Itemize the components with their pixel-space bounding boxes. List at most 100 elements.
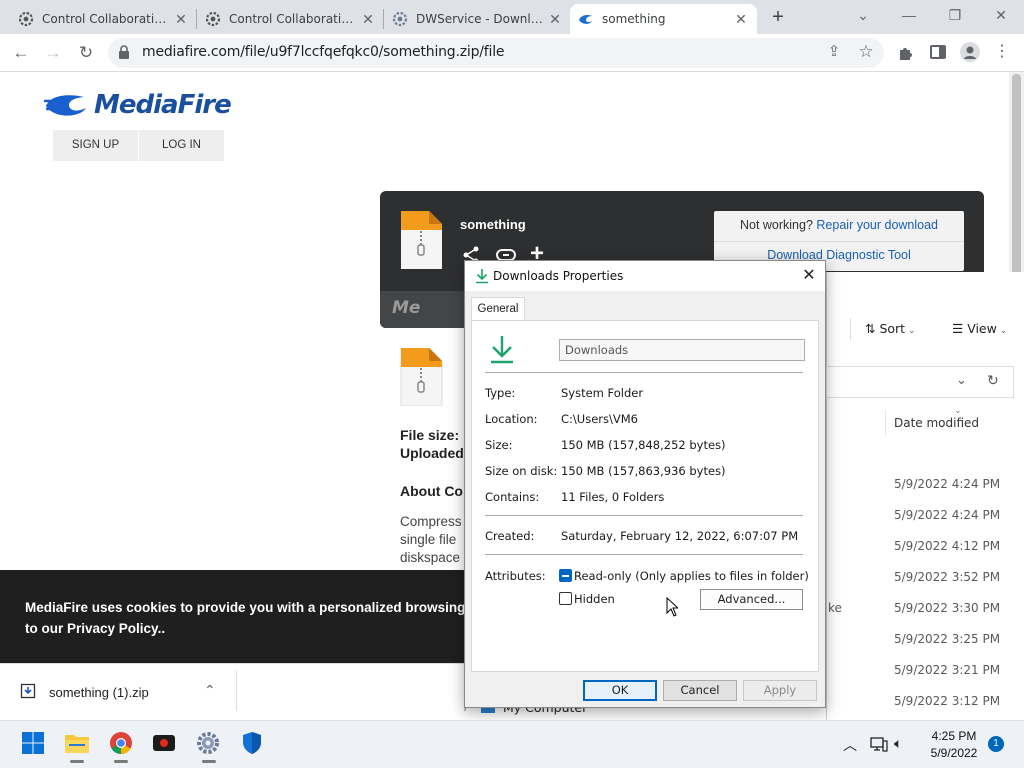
mediafire-logo[interactable]: MediaFire: [44, 90, 232, 120]
file-date: 5/9/2022 4:24 PM: [894, 508, 1001, 522]
zip-file-icon: [401, 211, 442, 269]
dialog-titlebar: Downloads Properties ✕: [465, 261, 825, 291]
notification-badge[interactable]: 1: [988, 736, 1004, 752]
volume-icon[interactable]: 🔈︎: [894, 735, 902, 752]
sort-label: Sort: [879, 321, 906, 336]
log-in-button[interactable]: LOG IN: [139, 130, 224, 161]
new-tab-button[interactable]: +: [768, 6, 788, 28]
cookie-text-prefix: to our: [25, 621, 67, 636]
share-page-icon[interactable]: ⇪: [822, 40, 846, 64]
privacy-policy-link[interactable]: Privacy Policy: [67, 621, 158, 636]
file-date: 5/9/2022 4:12 PM: [894, 539, 1001, 553]
divider: [826, 318, 827, 340]
restore-icon[interactable]: ❐: [932, 0, 978, 30]
close-tab-icon[interactable]: ✕: [547, 11, 563, 27]
profile-avatar[interactable]: [960, 42, 980, 62]
tab-title: something: [602, 12, 666, 26]
dwservice-gear-icon: [18, 11, 34, 27]
general-tab-panel: Downloads Type: System Folder Location: …: [471, 320, 819, 672]
file-size-label: File size:: [400, 427, 460, 443]
prop-label: Size:: [485, 438, 513, 452]
minimize-icon[interactable]: —: [886, 0, 932, 30]
cookie-text-suffix: ..: [157, 621, 166, 636]
sort-caret-icon: ⌄: [954, 405, 962, 415]
about-heading: About Co: [400, 483, 463, 499]
prop-value: System Folder: [561, 386, 644, 400]
prop-value: 11 Files, 0 Folders: [561, 490, 665, 504]
card-footer: Me: [380, 291, 464, 328]
view-button[interactable]: ☰ View ⌄: [952, 321, 1007, 336]
bookmark-star-icon[interactable]: ☆: [854, 40, 878, 64]
zip-file-icon: [400, 347, 443, 407]
sort-icon: ⇅: [865, 321, 880, 336]
divider: [714, 241, 964, 242]
browser-tab-3[interactable]: DWService - Download ✕: [384, 4, 571, 34]
divider: [236, 671, 237, 711]
advanced-button[interactable]: Advanced...: [700, 589, 803, 610]
chrome-icon[interactable]: [107, 729, 135, 757]
file-explorer-icon[interactable]: [63, 729, 91, 757]
close-tab-icon[interactable]: ✕: [360, 11, 376, 27]
attributes-label: Attributes:: [485, 569, 546, 583]
repair-download-link[interactable]: Repair your download: [816, 218, 938, 232]
browser-tab-1[interactable]: Control Collaborative V ✕: [10, 4, 197, 34]
extensions-icon[interactable]: [897, 44, 915, 62]
browser-menu-icon[interactable]: ⋮: [990, 40, 1014, 64]
back-icon[interactable]: ←: [9, 41, 33, 65]
prop-value: 150 MB (157,848,252 bytes): [561, 438, 726, 452]
file-date: 5/9/2022 3:12 PM: [894, 694, 1001, 708]
not-working-text: Not working?: [739, 218, 813, 232]
clock-time: 4:25 PM: [931, 729, 977, 743]
view-label: View: [967, 321, 997, 336]
sort-button[interactable]: ⇅ Sort ⌄: [865, 321, 915, 336]
network-icon[interactable]: [870, 736, 888, 752]
ok-button[interactable]: OK: [583, 680, 657, 701]
file-title: something: [460, 217, 526, 232]
browser-tab-2[interactable]: Control Collaborative V ✕: [197, 4, 384, 34]
download-folder-icon: [488, 333, 516, 365]
chevron-up-icon[interactable]: ⌃: [204, 682, 216, 699]
forward-icon[interactable]: →: [41, 41, 65, 65]
readonly-checkbox[interactable]: [559, 569, 572, 582]
view-icon: ☰: [952, 321, 968, 336]
apply-button[interactable]: Apply: [743, 680, 817, 701]
card-brand-text: Me: [392, 298, 421, 318]
close-window-icon[interactable]: ✕: [978, 0, 1024, 30]
folder-name-field[interactable]: Downloads: [559, 339, 805, 361]
divider: [885, 410, 886, 436]
tab-search-icon[interactable]: ⌄: [840, 0, 886, 30]
tab-title: Control Collaborative V: [229, 12, 360, 26]
address-path-box[interactable]: [826, 366, 1014, 398]
running-indicator: [202, 760, 216, 763]
settings-gear-icon[interactable]: [194, 729, 222, 757]
prop-label: Type:: [485, 386, 516, 400]
download-filename[interactable]: something (1).zip: [49, 685, 149, 700]
tab-general[interactable]: General: [471, 297, 525, 321]
side-panel-icon[interactable]: [930, 45, 946, 59]
windows-start-icon[interactable]: [19, 729, 47, 757]
url-text[interactable]: mediafire.com/file/u9f7lccfqefqkc0/somet…: [142, 44, 505, 60]
indeterminate-mark: [562, 575, 569, 577]
mouse-cursor-icon: [666, 596, 680, 617]
reload-icon[interactable]: ↻: [74, 41, 98, 65]
divider: [850, 318, 851, 340]
chevron-down-icon[interactable]: ⌄: [956, 372, 967, 388]
close-tab-icon[interactable]: ✕: [173, 11, 189, 27]
file-date: 5/9/2022 3:25 PM: [894, 632, 1001, 646]
refresh-icon[interactable]: ↻: [987, 372, 999, 389]
close-icon[interactable]: ✕: [799, 265, 819, 285]
mediafire-icon: [578, 11, 594, 27]
date-modified-header[interactable]: Date modified: [894, 416, 979, 430]
cancel-button[interactable]: Cancel: [663, 680, 737, 701]
screen-recorder-icon[interactable]: [150, 729, 178, 757]
sign-up-button[interactable]: SIGN UP: [53, 130, 138, 161]
browser-tab-active[interactable]: something ✕: [570, 4, 757, 34]
close-tab-icon[interactable]: ✕: [733, 11, 749, 27]
windows-security-icon[interactable]: [238, 729, 266, 757]
taskbar-clock[interactable]: 4:25 PM 5/9/2022: [924, 729, 984, 760]
file-explorer-window: [826, 272, 1024, 720]
mediafire-flame-icon: [44, 95, 86, 116]
file-date: 5/9/2022 3:21 PM: [894, 663, 1001, 677]
chevron-up-icon[interactable]: ︿: [843, 735, 857, 755]
hidden-checkbox[interactable]: [559, 592, 572, 605]
